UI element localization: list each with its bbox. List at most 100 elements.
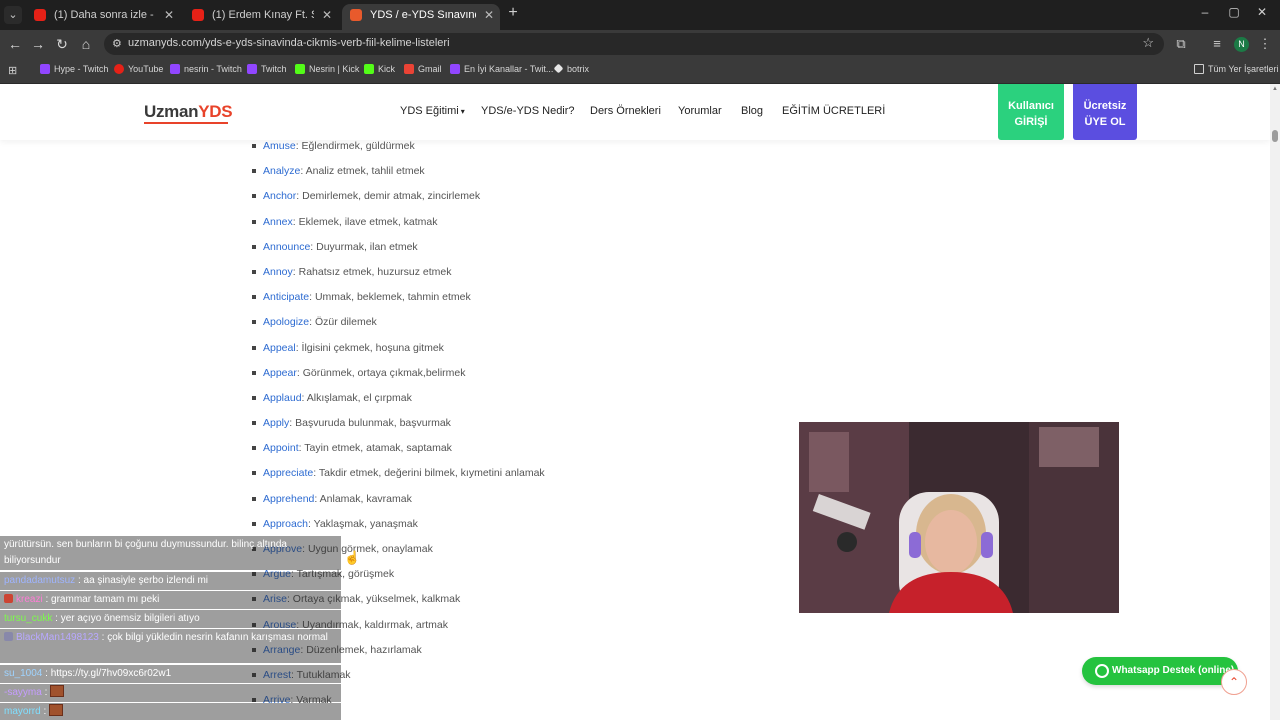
chat-text: yürütürsün. sen bunların bi çoğunu duymu… xyxy=(4,539,287,566)
page-scrollbar[interactable]: ▲ xyxy=(1270,84,1280,720)
chat-emote-icon xyxy=(49,704,64,716)
url-bar[interactable]: ⚙ uzmanyds.com/yds-e-yds-sinavinda-cikmi… xyxy=(104,33,1164,55)
chat-message: mayorrd : xyxy=(0,703,341,720)
list-item: Appoint: Tayin etmek, atamak, saptamak xyxy=(252,438,772,463)
bullet-icon xyxy=(252,295,256,300)
minimize-button[interactable]: – xyxy=(1195,5,1215,19)
back-icon[interactable]: ← xyxy=(6,35,24,53)
bookmark-botrix[interactable]: botrix xyxy=(553,63,589,74)
browser-tab-youtube-watch-later[interactable]: (1) Daha sonra izle - YouTube ✕ xyxy=(26,4,180,30)
all-bookmarks-folder[interactable]: Tüm Yer İşaretleri xyxy=(1194,64,1279,74)
home-icon[interactable]: ⌂ xyxy=(77,35,95,53)
list-item: Annex: Eklemek, ilave etmek, katmak xyxy=(252,212,772,237)
chat-text: aa şinasiyle şerbo izlendi mi xyxy=(83,575,209,586)
close-icon[interactable]: ✕ xyxy=(322,4,332,26)
chat-message: pandadamutsuz : aa şinasiyle şerbo izlen… xyxy=(0,572,341,590)
media-controls-icon[interactable]: ≡ xyxy=(1208,36,1226,51)
browser-tab-uzmanyds[interactable]: YDS / e-YDS Sınavında Çıkmış V ✕ xyxy=(342,4,500,30)
nav-ders-ornekleri[interactable]: Ders Örnekleri xyxy=(590,105,661,117)
bookmark-gmail[interactable]: Gmail xyxy=(404,64,442,74)
word-meaning: : Özür dilemek xyxy=(309,316,377,329)
logo-underline xyxy=(144,122,228,124)
chat-message: BlackMan1498123 : çok bilgi yükledin nes… xyxy=(0,629,341,663)
new-tab-button[interactable]: + xyxy=(504,4,522,22)
whatsapp-icon xyxy=(1095,664,1109,678)
word-meaning: : İlgisini çekmek, hoşuna gitmek xyxy=(295,341,444,354)
maximize-button[interactable]: ▢ xyxy=(1224,5,1244,19)
youtube-icon xyxy=(34,9,46,21)
bookmarks-bar: Hype - Twitch YouTube nesrin - Twitch Tw… xyxy=(0,58,1280,84)
profile-avatar[interactable]: N xyxy=(1234,37,1249,52)
browser-tab-youtube-song[interactable]: (1) Erdem Kınay Ft. Sibel Can - A ✕ xyxy=(184,4,338,30)
word-link[interactable]: Announce xyxy=(263,241,310,253)
menu-icon[interactable]: ⋮ xyxy=(1256,36,1274,52)
scroll-up-icon[interactable]: ▲ xyxy=(1272,86,1278,92)
word-link[interactable]: Applaud xyxy=(263,392,302,404)
list-item: Appear: Görünmek, ortaya çıkmak,belirmek xyxy=(252,363,772,388)
nav-yorumlar[interactable]: Yorumlar xyxy=(678,105,722,117)
reload-icon[interactable]: ↻ xyxy=(53,35,71,53)
chat-badge-icon xyxy=(4,594,13,603)
url-text[interactable]: uzmanyds.com/yds-e-yds-sinavinda-cikmis-… xyxy=(128,37,450,49)
word-link[interactable]: Analyze xyxy=(263,165,300,177)
streamer-webcam xyxy=(799,422,1119,613)
extensions-icon[interactable]: ⧉ xyxy=(1172,36,1190,52)
tab-search-button[interactable]: ⌄ xyxy=(4,6,22,24)
bullet-icon xyxy=(252,446,256,451)
word-link[interactable]: Anticipate xyxy=(263,291,309,303)
close-icon[interactable]: ✕ xyxy=(164,4,174,26)
chat-username: -sayyma xyxy=(4,687,42,698)
bookmark-hype-twitch[interactable]: Hype - Twitch xyxy=(40,64,108,74)
bullet-icon xyxy=(252,169,256,174)
scroll-to-top-button[interactable]: ⌃ xyxy=(1221,669,1247,695)
bullet-icon xyxy=(252,194,256,199)
whatsapp-support-button[interactable]: Whatsapp Destek (online) xyxy=(1082,657,1238,685)
signup-button[interactable]: Ücretsiz ÜYE OL xyxy=(1073,84,1137,140)
word-meaning: : Görünmek, ortaya çıkmak,belirmek xyxy=(296,366,466,379)
word-link[interactable]: Appeal xyxy=(263,342,296,354)
bookmark-twitch[interactable]: Twitch xyxy=(247,64,287,74)
word-meaning: : Analiz etmek, tahlil etmek xyxy=(300,165,425,178)
word-meaning: : Duyurmak, ilan etmek xyxy=(310,240,418,253)
bookmark-youtube[interactable]: YouTube xyxy=(114,64,163,74)
site-info-icon[interactable]: ⚙ xyxy=(112,37,122,50)
bookmark-nesrin-twitch[interactable]: nesrin - Twitch xyxy=(170,64,242,74)
close-window-button[interactable]: ✕ xyxy=(1252,5,1272,19)
list-item: Anchor: Demirlemek, demir atmak, zincirl… xyxy=(252,186,772,211)
nav-yds-nedir[interactable]: YDS/e-YDS Nedir? xyxy=(481,105,575,117)
list-item: Announce: Duyurmak, ilan etmek xyxy=(252,237,772,262)
word-link[interactable]: Apply xyxy=(263,417,289,429)
bookmark-nesrin-kick[interactable]: Nesrin | Kick xyxy=(295,64,359,74)
word-link[interactable]: Annex xyxy=(263,216,293,228)
nav-yds-egitimi[interactable]: YDS Eğitimi ▾ xyxy=(400,105,465,117)
site-logo[interactable]: UzmanYDS xyxy=(144,102,233,122)
apps-grid-icon[interactable]: ⊞ xyxy=(8,64,17,77)
nav-blog[interactable]: Blog xyxy=(741,105,763,117)
word-link[interactable]: Apprehend xyxy=(263,493,314,505)
word-link[interactable]: Apologize xyxy=(263,316,309,328)
bookmark-kick[interactable]: Kick xyxy=(364,64,395,74)
word-link[interactable]: Appear xyxy=(263,367,297,379)
forward-icon[interactable]: → xyxy=(29,35,47,53)
twitch-icon xyxy=(40,64,50,74)
word-link[interactable]: Approach xyxy=(263,518,308,530)
word-link[interactable]: Anchor xyxy=(263,190,296,202)
word-link[interactable]: Annoy xyxy=(263,266,293,278)
list-item: Appreciate: Takdir etmek, değerini bilme… xyxy=(252,463,772,488)
login-button[interactable]: Kullanıcı GİRİŞİ xyxy=(998,84,1064,140)
word-link[interactable]: Appreciate xyxy=(263,467,313,479)
tab-label: (1) Daha sonra izle - YouTube xyxy=(54,9,156,21)
word-link[interactable]: Amuse xyxy=(263,140,296,152)
close-icon[interactable]: ✕ xyxy=(484,4,494,26)
bookmark-star-icon[interactable]: ☆ xyxy=(1142,35,1154,51)
chat-username: pandadamutsuz xyxy=(4,575,76,586)
bullet-icon xyxy=(252,345,256,350)
chat-username: su_1004 xyxy=(4,668,43,679)
bookmark-en-iyi-kanallar[interactable]: En İyi Kanallar - Twit... xyxy=(450,64,553,74)
kick-icon xyxy=(295,64,305,74)
bullet-icon xyxy=(252,521,256,526)
gmail-icon xyxy=(404,64,414,74)
word-link[interactable]: Appoint xyxy=(263,442,299,454)
scrollbar-thumb[interactable] xyxy=(1272,130,1278,142)
nav-egitim-ucretleri[interactable]: EĞİTİM ÜCRETLERİ xyxy=(782,105,885,117)
